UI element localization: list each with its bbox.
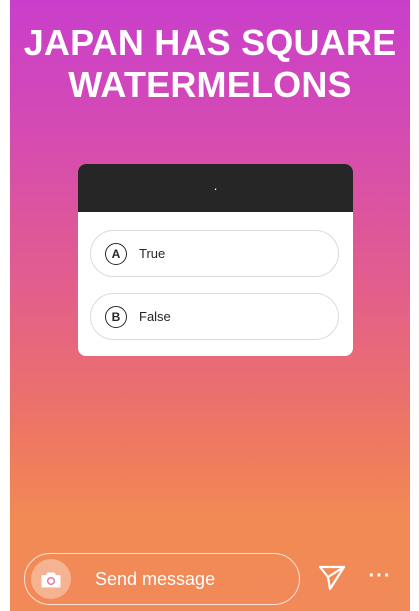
quiz-question-text: · (213, 180, 218, 196)
send-message-field[interactable]: Send message (24, 553, 300, 605)
more-icon[interactable]: ··· (367, 566, 393, 590)
quiz-sticker: · A True B False (78, 164, 353, 356)
option-letter-b: B (105, 305, 127, 328)
quiz-option-b[interactable]: B False (90, 293, 339, 340)
option-label-b: False (139, 309, 171, 324)
option-label-a: True (139, 246, 166, 261)
send-icon[interactable] (317, 563, 347, 593)
story-view[interactable]: JAPAN HAS SQUARE WATERMELONS · A True B … (10, 0, 410, 611)
camera-icon (41, 572, 61, 587)
camera-button[interactable] (31, 559, 71, 599)
quiz-question: · (78, 164, 353, 212)
option-letter-a: A (105, 242, 127, 265)
quiz-option-a[interactable]: A True (90, 230, 339, 277)
story-headline: JAPAN HAS SQUARE WATERMELONS (23, 22, 397, 105)
send-message-placeholder: Send message (95, 568, 216, 589)
